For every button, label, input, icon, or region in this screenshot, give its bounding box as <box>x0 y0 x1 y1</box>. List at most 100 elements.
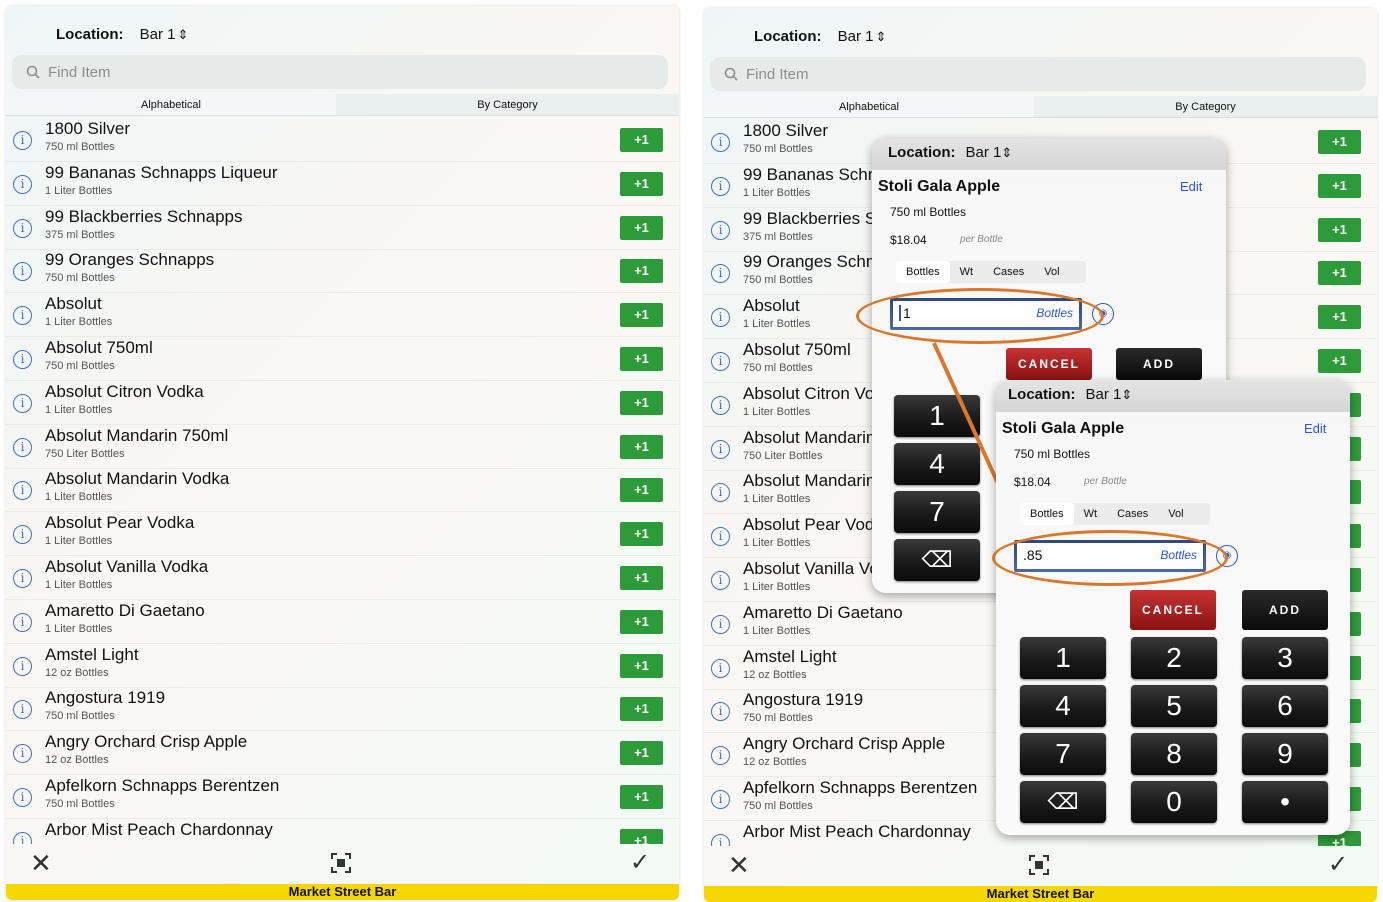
info-icon[interactable]: i <box>711 571 730 590</box>
unit-tab-cases[interactable]: Cases <box>1107 503 1158 525</box>
close-icon[interactable]: ✕ <box>30 848 52 879</box>
keypad-key-4[interactable]: 4 <box>1020 685 1106 727</box>
info-icon[interactable]: i <box>13 788 32 807</box>
list-item[interactable]: i Arbor Mist Peach Chardonnay +1 <box>6 819 679 844</box>
list-item[interactable]: i 99 Bananas Schnapps Liqueur 1 Liter Bott… <box>6 162 679 206</box>
info-icon[interactable]: i <box>13 218 32 238</box>
info-icon[interactable]: i <box>711 614 730 634</box>
increment-button[interactable]: +1 <box>620 785 663 809</box>
info-icon[interactable]: i <box>13 262 32 282</box>
list-item[interactable]: i Angostura 1919 750 ml Bottles +1 <box>6 687 679 732</box>
increment-button[interactable]: +1 <box>620 478 663 503</box>
info-icon[interactable]: i <box>13 656 32 676</box>
search-bar[interactable]: Find Item <box>12 55 668 89</box>
keypad-key-0[interactable]: 0 <box>1131 781 1217 823</box>
search-input[interactable]: Find Item <box>48 64 111 81</box>
info-icon[interactable]: i <box>13 306 32 326</box>
keypad-key-7[interactable]: 7 <box>1020 733 1106 775</box>
increment-button[interactable]: +1 <box>620 741 663 766</box>
increment-button[interactable]: +1 <box>620 390 663 415</box>
list-item[interactable]: i Absolut Mandarin 750ml 750 Liter Bottles… <box>6 425 679 469</box>
keypad-key-2[interactable]: 2 <box>1131 637 1217 679</box>
info-icon[interactable]: i <box>13 481 32 501</box>
scan-icon[interactable] <box>330 852 352 874</box>
increment-button[interactable]: +1 <box>620 522 663 547</box>
info-icon[interactable]: i <box>711 264 730 284</box>
unit-tab-vol[interactable]: Vol <box>1158 503 1193 525</box>
list-item[interactable]: i Absolut 1 Liter Bottles +1 <box>6 293 679 338</box>
keypad-backspace-icon[interactable]: ⌫ <box>1020 781 1106 823</box>
increment-button[interactable]: +1 <box>620 128 663 152</box>
info-icon[interactable]: i <box>711 220 730 240</box>
increment-button[interactable]: +1 <box>620 609 663 634</box>
keypad-key-9[interactable]: 9 <box>1242 733 1328 775</box>
increment-button[interactable]: +1 <box>620 653 663 678</box>
list-item[interactable]: i Absolut Vanilla Vodka 1 Liter Bottles +1 <box>6 556 679 600</box>
location-selector[interactable]: Location: Bar 1 ⇕ <box>754 28 886 45</box>
info-icon[interactable]: i <box>711 483 730 503</box>
popup-edit-link[interactable]: Edit <box>1180 179 1202 194</box>
info-icon[interactable]: i <box>711 790 730 809</box>
increment-button[interactable]: +1 <box>620 347 663 371</box>
info-icon[interactable]: i <box>711 746 730 766</box>
info-icon[interactable]: i <box>711 658 730 678</box>
info-icon[interactable]: i <box>711 395 730 415</box>
increment-button[interactable]: +1 <box>620 303 663 328</box>
info-icon[interactable]: i <box>711 833 730 846</box>
increment-button[interactable]: +1 <box>620 171 663 196</box>
keypad-key-6[interactable]: 6 <box>1242 685 1328 727</box>
info-icon[interactable]: i <box>711 176 730 196</box>
info-icon[interactable]: i <box>13 744 32 764</box>
increment-button[interactable]: +1 <box>1318 349 1361 373</box>
list-item[interactable]: i Absolut Citron Vodka 1 Liter Bottles +1 <box>6 381 679 425</box>
popup-unit-tabs[interactable]: Bottles Wt Cases Vol <box>896 261 1086 283</box>
list-item[interactable]: i Amaretto Di Gaetano 1 Liter Bottles +1 <box>6 600 679 644</box>
popup-location-header[interactable]: Location: Bar 1⇕ <box>872 138 1226 170</box>
increment-button[interactable]: +1 <box>1318 261 1361 286</box>
increment-button[interactable]: +1 <box>1318 130 1361 154</box>
close-icon[interactable]: ✕ <box>728 850 750 881</box>
unit-tab-wt[interactable]: Wt <box>1074 503 1107 525</box>
sort-segmented-control[interactable]: Alphabetical By Category <box>704 96 1377 118</box>
keypad-key-1[interactable]: 1 <box>1020 637 1106 679</box>
keypad-decimal-key[interactable]: • <box>1242 781 1328 823</box>
list-item[interactable]: i Absolut Mandarin Vodka 1 Liter Bottles +1 <box>6 468 679 513</box>
keypad-key-5[interactable]: 5 <box>1131 685 1217 727</box>
unit-tab-wt[interactable]: Wt <box>950 261 983 283</box>
tab-alphabetical[interactable]: Alphabetical <box>704 96 1034 118</box>
popup-location-header[interactable]: Location: Bar 1⇕ <box>996 380 1350 412</box>
checkmark-icon[interactable]: ✓ <box>630 848 650 877</box>
info-icon[interactable]: i <box>711 527 730 547</box>
list-item[interactable]: i 99 Blackberries Schnapps 375 ml Bottles +… <box>6 206 679 250</box>
checkmark-icon[interactable]: ✓ <box>1328 850 1348 879</box>
keypad-backspace-icon[interactable]: ⌫ <box>894 539 980 581</box>
keypad-key-3[interactable]: 3 <box>1242 637 1328 679</box>
unit-tab-vol[interactable]: Vol <box>1034 261 1069 283</box>
list-item[interactable]: i 99 Oranges Schnapps 750 ml Bottles +1 <box>6 249 679 294</box>
info-icon[interactable]: i <box>13 525 32 545</box>
info-icon[interactable]: i <box>13 393 32 413</box>
sort-segmented-control[interactable]: Alphabetical By Category <box>6 94 679 116</box>
info-icon[interactable]: i <box>711 702 730 722</box>
increment-button[interactable]: +1 <box>620 259 663 284</box>
info-icon[interactable]: i <box>13 437 32 457</box>
tab-alphabetical[interactable]: Alphabetical <box>6 94 336 116</box>
info-icon[interactable]: i <box>711 352 730 371</box>
increment-button[interactable]: +1 <box>1318 305 1361 330</box>
add-button[interactable]: ADD <box>1242 590 1328 630</box>
info-icon[interactable]: i <box>13 831 32 844</box>
increment-button[interactable]: +1 <box>1318 173 1361 198</box>
scan-icon[interactable] <box>1028 854 1050 876</box>
list-item[interactable]: i Angry Orchard Crisp Apple 12 oz Bottles +… <box>6 731 679 776</box>
info-icon[interactable]: i <box>711 133 730 152</box>
cancel-button[interactable]: CANCEL <box>1130 590 1216 630</box>
search-bar[interactable]: Find Item <box>710 57 1366 91</box>
popup-edit-link[interactable]: Edit <box>1304 421 1326 436</box>
increment-button[interactable]: +1 <box>620 566 663 590</box>
add-button[interactable]: ADD <box>1116 348 1202 380</box>
unit-tab-bottles[interactable]: Bottles <box>1020 503 1074 525</box>
list-item[interactable]: i 1800 Silver 750 ml Bottles +1 <box>6 118 679 162</box>
info-icon[interactable]: i <box>13 174 32 194</box>
tab-by-category[interactable]: By Category <box>336 94 679 116</box>
increment-button[interactable]: +1 <box>620 828 663 844</box>
